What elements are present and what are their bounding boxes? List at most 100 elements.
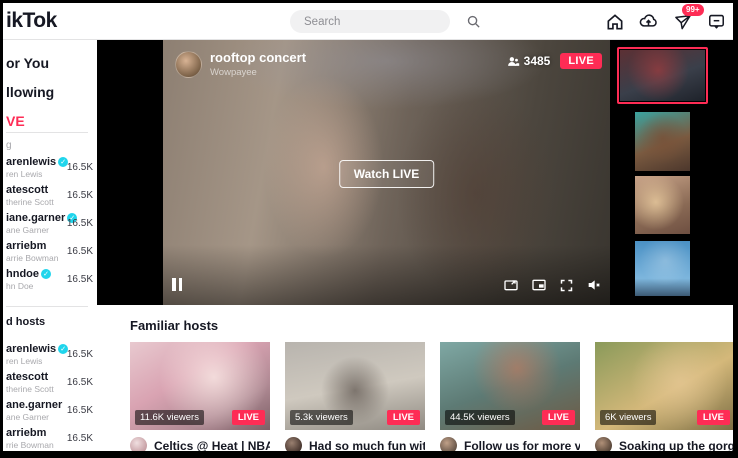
live-card[interactable]: 6K viewers LIVE Soaking up the gorgeous xyxy=(595,342,733,451)
stream-title: rooftop concert xyxy=(210,50,306,65)
user-row[interactable]: arriebm rrie Bowman 16.5K xyxy=(6,424,95,451)
screenshot-frame: ikTok xyxy=(0,0,738,458)
viewers-tag: 44.5K viewers xyxy=(445,410,515,425)
live-badge: LIVE xyxy=(232,410,265,425)
card-caption: Had so much fun with this xyxy=(309,439,425,452)
upload-icon[interactable] xyxy=(638,11,659,32)
familiar-hosts-section: Familiar hosts 11.6K viewers LIVE Celtic… xyxy=(97,305,733,451)
familiar-cards-row: 11.6K viewers LIVE Celtics @ Heat | NBA … xyxy=(130,342,733,451)
user-row[interactable]: atescott therine Scott 16.5K xyxy=(6,181,95,209)
card-caption-row: Celtics @ Heat | NBA on xyxy=(130,437,270,451)
messages-icon[interactable]: 99+ xyxy=(672,11,693,32)
rail-thumbnail[interactable] xyxy=(635,112,690,171)
nav-following[interactable]: llowing xyxy=(6,77,54,106)
rail-thumbnail-selected[interactable] xyxy=(617,47,708,104)
pip-icon[interactable] xyxy=(531,277,547,293)
card-thumbnail[interactable]: 6K viewers LIVE xyxy=(595,342,733,430)
suggested-hosts-header: d hosts xyxy=(6,316,45,328)
live-badge: LIVE xyxy=(387,410,420,425)
user-fullname: therine Scott xyxy=(6,384,67,394)
username: atescott xyxy=(6,371,48,383)
follower-count: 16.5K xyxy=(67,405,95,416)
follower-count: 16.5K xyxy=(67,218,95,229)
search-icon[interactable] xyxy=(466,14,481,29)
user-fullname: hn Doe xyxy=(6,281,67,291)
user-fullname: ren Lewis xyxy=(6,169,67,179)
user-fullname: therine Scott xyxy=(6,197,67,207)
username: arenlewis xyxy=(6,343,56,355)
search-input[interactable] xyxy=(290,16,466,28)
card-caption: Celtics @ Heat | NBA on xyxy=(154,439,270,452)
pause-icon xyxy=(172,278,182,291)
follower-count: 16.5K xyxy=(67,246,95,257)
user-row[interactable]: arriebm arrie Bowman 16.5K xyxy=(6,237,95,265)
user-row[interactable]: atescott therine Scott 16.5K xyxy=(6,368,95,396)
avatar[interactable] xyxy=(440,437,457,451)
stream-status: 3485 LIVE xyxy=(507,53,602,69)
following-list: arenlewis ✓ ren Lewis 16.5K atescott the… xyxy=(6,153,95,293)
nav-for-you[interactable]: or You xyxy=(6,48,54,77)
card-caption-row: Soaking up the gorgeous xyxy=(595,437,733,451)
sidebar: or You llowing VE g arenlewis ✓ ren Lewi… xyxy=(3,40,97,451)
volume-muted-icon[interactable] xyxy=(586,277,602,293)
tiktok-logo[interactable]: ikTok xyxy=(6,9,57,33)
fullscreen-icon[interactable] xyxy=(559,278,574,293)
viewers-tag: 11.6K viewers xyxy=(135,410,204,425)
username: arriebm xyxy=(6,240,46,252)
live-video[interactable]: rooftop concert Wowpayee 3485 LIVE Watch… xyxy=(163,40,610,305)
card-caption: Soaking up the gorgeous xyxy=(619,439,733,452)
nav-live[interactable]: VE xyxy=(6,106,54,135)
thumbnail-image xyxy=(620,50,705,101)
avatar[interactable] xyxy=(130,437,147,451)
rail-thumbnail[interactable] xyxy=(635,176,690,234)
inbox-icon[interactable] xyxy=(706,11,727,32)
card-thumbnail[interactable]: 44.5K viewers LIVE xyxy=(440,342,580,430)
user-row[interactable]: ane.garner ane Garner 16.5K xyxy=(6,396,95,424)
host-username: Wowpayee xyxy=(210,67,306,78)
watch-live-button[interactable]: Watch LIVE xyxy=(339,160,435,188)
user-row[interactable]: arenlewis ✓ ren Lewis 16.5K xyxy=(6,340,95,368)
username: arriebm xyxy=(6,427,46,439)
host-info: rooftop concert Wowpayee xyxy=(175,50,306,78)
card-caption-row: Follow us for more van life xyxy=(440,437,580,451)
viewer-count: 3485 xyxy=(507,54,551,68)
verified-badge-icon: ✓ xyxy=(41,269,51,279)
live-badge: LIVE xyxy=(560,53,602,69)
username: iane.garner xyxy=(6,212,65,224)
hosts-list: arenlewis ✓ ren Lewis 16.5K atescott the… xyxy=(6,340,95,451)
username: ane.garner xyxy=(6,399,62,411)
host-avatar[interactable] xyxy=(175,51,202,78)
user-row[interactable]: hndoe ✓ hn Doe 16.5K xyxy=(6,265,95,293)
player-controls xyxy=(503,277,602,293)
follower-count: 16.5K xyxy=(67,377,95,388)
avatar[interactable] xyxy=(285,437,302,451)
user-row[interactable]: arenlewis ✓ ren Lewis 16.5K xyxy=(6,153,95,181)
user-fullname: ane Garner xyxy=(6,412,67,422)
avatar[interactable] xyxy=(595,437,612,451)
miniplayer-icon[interactable] xyxy=(503,277,519,293)
live-card[interactable]: 5.3k viewers LIVE Had so much fun with t… xyxy=(285,342,425,451)
home-icon[interactable] xyxy=(604,11,625,32)
sidebar-nav: or You llowing VE xyxy=(6,48,54,135)
user-row[interactable]: iane.garner ✓ ane Garner 16.5K xyxy=(6,209,95,237)
live-card[interactable]: 11.6K viewers LIVE Celtics @ Heat | NBA … xyxy=(130,342,270,451)
card-caption: Follow us for more van life xyxy=(464,439,580,452)
follower-count: 16.5K xyxy=(67,349,95,360)
following-accounts-header: g xyxy=(6,140,12,151)
live-card[interactable]: 44.5K viewers LIVE Follow us for more va… xyxy=(440,342,580,451)
sidebar-divider xyxy=(6,306,88,307)
user-fullname: ane Garner xyxy=(6,225,67,235)
topbar-icons: 99+ xyxy=(604,3,727,40)
search-bar[interactable] xyxy=(290,10,450,33)
live-player-panel: rooftop concert Wowpayee 3485 LIVE Watch… xyxy=(97,40,733,305)
notification-badge: 99+ xyxy=(682,4,704,16)
username: hndoe xyxy=(6,268,39,280)
user-fullname: rrie Bowman xyxy=(6,440,67,450)
card-thumbnail[interactable]: 11.6K viewers LIVE xyxy=(130,342,270,430)
rail-thumbnail[interactable] xyxy=(635,241,690,296)
viewers-tag: 5.3k viewers xyxy=(290,410,353,425)
user-fullname: arrie Bowman xyxy=(6,253,67,263)
card-thumbnail[interactable]: 5.3k viewers LIVE xyxy=(285,342,425,430)
live-badge: LIVE xyxy=(697,410,730,425)
pause-button[interactable] xyxy=(172,278,182,291)
